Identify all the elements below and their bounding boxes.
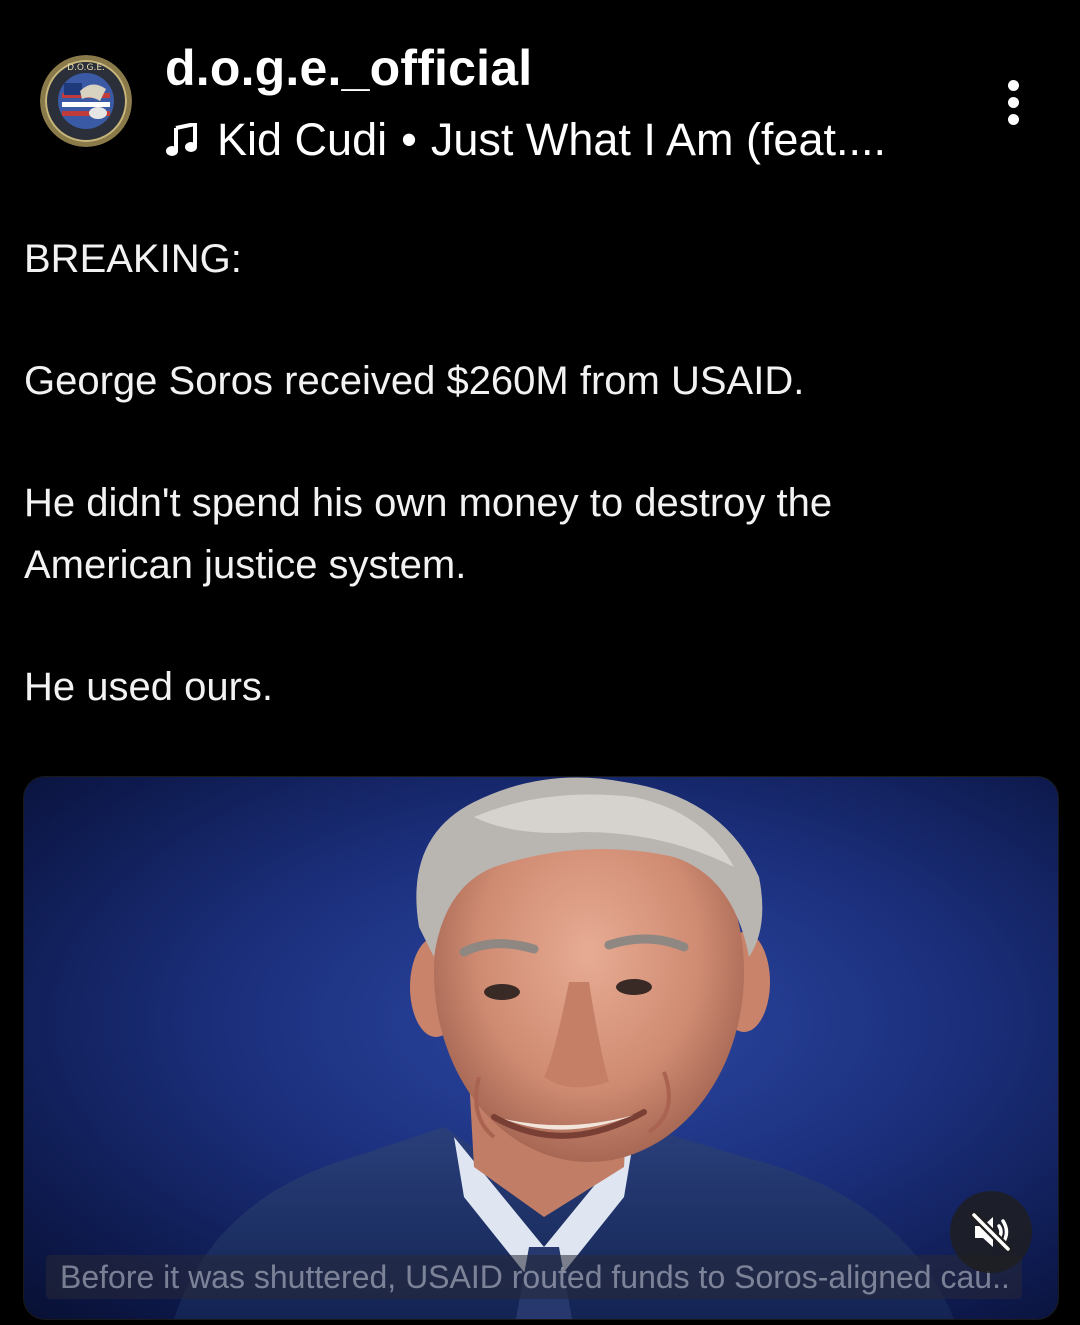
music-title: Just What I Am (feat.... xyxy=(430,114,887,165)
caption-line: He used ours. xyxy=(24,665,274,709)
account-avatar[interactable]: D.O.G.E. xyxy=(40,55,132,147)
caption-line: He didn't spend his own money to destroy… xyxy=(24,481,833,525)
account-username[interactable]: d.o.g.e._official xyxy=(165,38,532,98)
portrait-photo xyxy=(174,777,954,1319)
vertical-ellipsis-icon xyxy=(1008,80,1019,91)
post-header: D.O.G.E. d.o.g.e._official Kid Cudi • Ju… xyxy=(0,0,1080,200)
post-media[interactable]: Before it was shuttered, USAID routed fu… xyxy=(23,776,1059,1320)
music-artist: Kid Cudi xyxy=(217,114,388,165)
video-subtitle: Before it was shuttered, USAID routed fu… xyxy=(60,1259,1010,1295)
speaker-muted-icon xyxy=(970,1211,1012,1253)
music-attribution[interactable]: Kid Cudi • Just What I Am (feat.... xyxy=(165,112,886,168)
more-options-button[interactable] xyxy=(992,72,1036,132)
music-separator: • xyxy=(401,114,417,165)
caption-line: American justice system. xyxy=(24,543,467,587)
mute-toggle-button[interactable] xyxy=(950,1191,1032,1273)
avatar-logo-text: D.O.G.E. xyxy=(67,63,105,73)
caption-heading: BREAKING: xyxy=(24,237,242,281)
music-note-icon xyxy=(166,123,197,156)
caption-line: George Soros received $260M from USAID. xyxy=(24,359,805,403)
doge-seal-logo-icon: D.O.G.E. xyxy=(40,55,132,147)
